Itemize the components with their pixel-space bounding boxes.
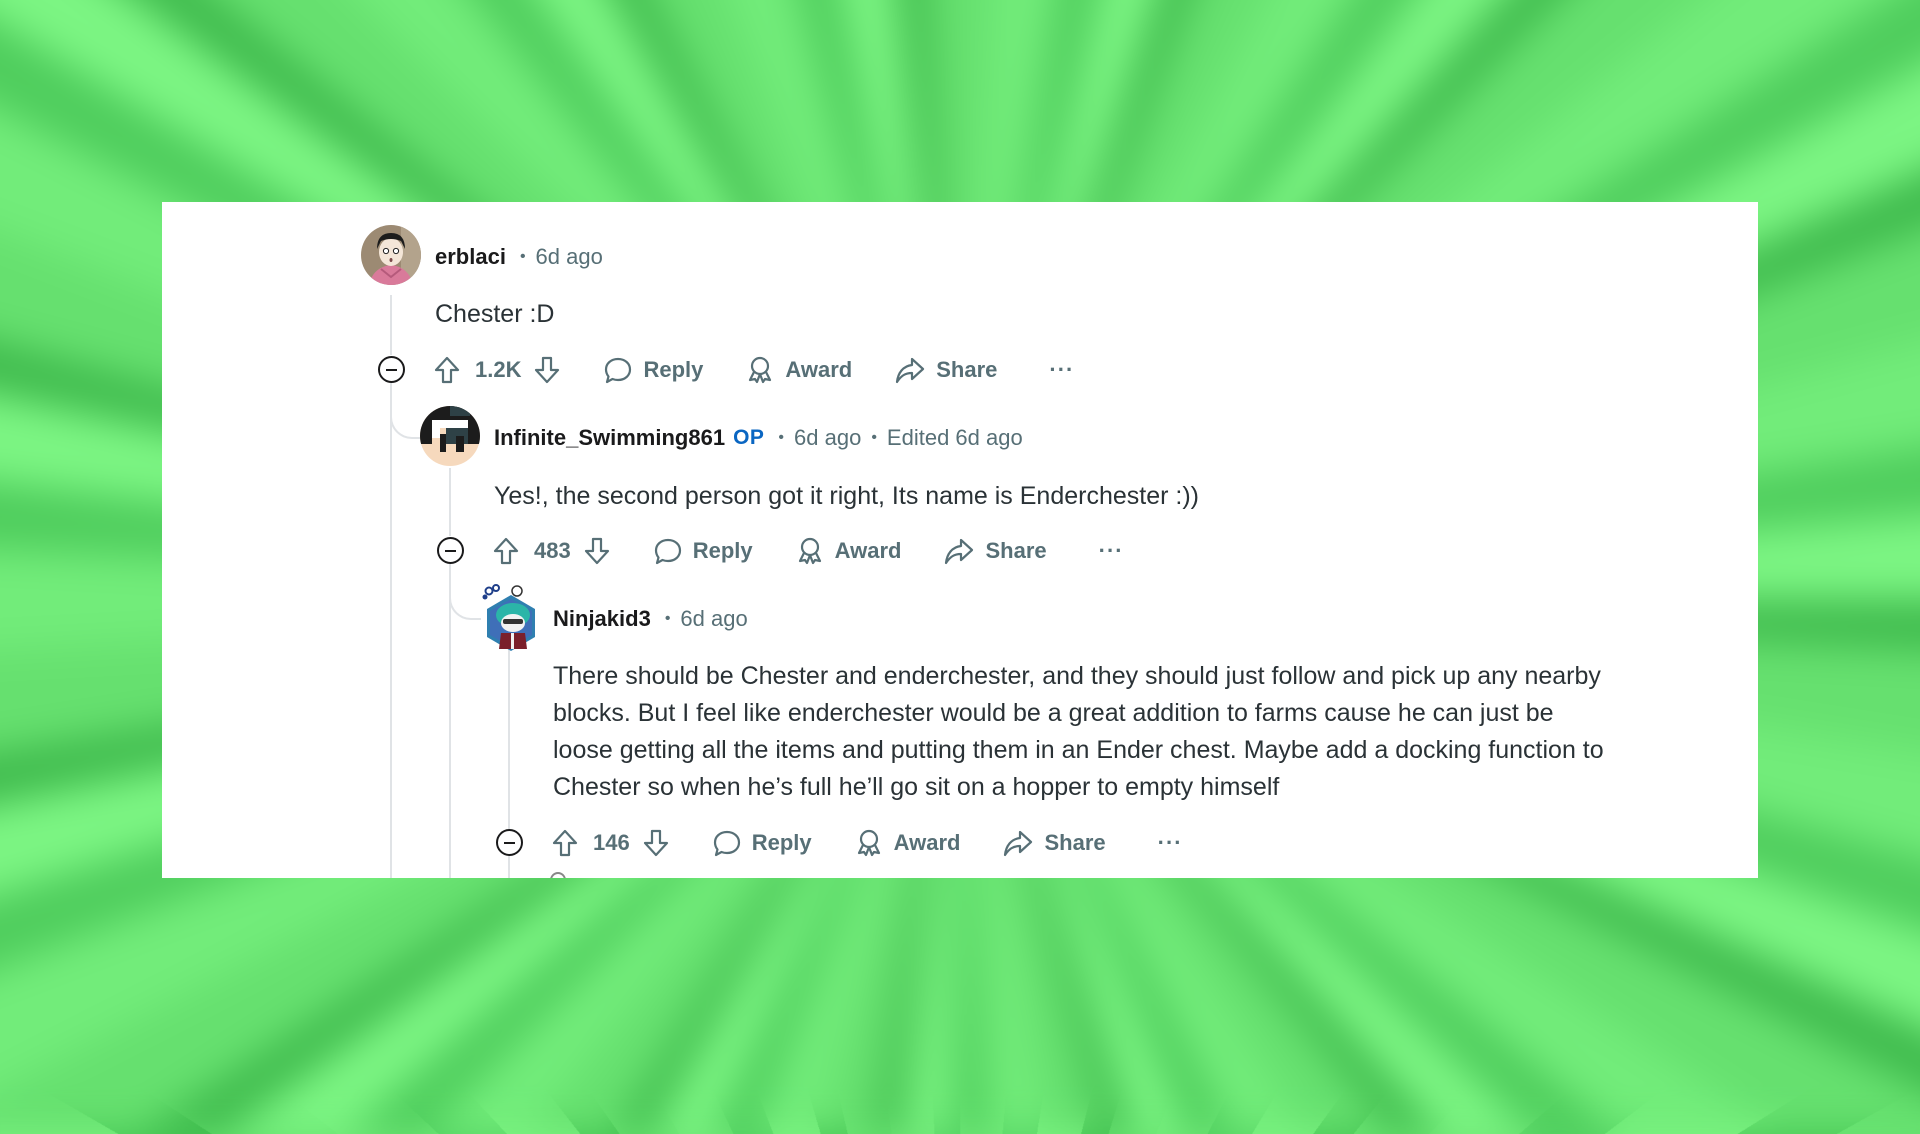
award-ribbon-icon — [798, 537, 821, 565]
timestamp[interactable]: 6d ago — [680, 606, 747, 632]
snoo-avatar-icon — [482, 584, 535, 651]
separator-dot: • — [871, 429, 877, 446]
comment-body-line: blocks. But I feel like enderchester wou… — [553, 699, 1554, 727]
speech-bubble-icon — [605, 357, 632, 384]
comment-1-body: Chester :D — [435, 296, 554, 333]
upvote-arrow-icon — [493, 537, 519, 565]
downvote-button[interactable] — [642, 828, 670, 858]
upvote-arrow-icon — [552, 829, 578, 857]
username[interactable]: Infinite_Swimming861 — [494, 425, 725, 451]
thread-branch-to-reply-2 — [449, 572, 481, 620]
vote-count: 483 — [534, 538, 571, 563]
share-arrow-icon — [945, 538, 974, 565]
comment-2-actions: 483 Reply Award Share ··· — [492, 531, 1124, 571]
separator-dot: • — [778, 429, 785, 446]
downvote-arrow-icon — [643, 829, 668, 857]
timestamp[interactable]: 6d ago — [794, 425, 861, 451]
thread-line-level-1-continued[interactable] — [390, 383, 392, 878]
share-label: Share — [1044, 830, 1106, 855]
upvote-button[interactable] — [551, 828, 579, 858]
collapse-thread-button[interactable] — [496, 829, 523, 856]
comment-3-body: There should be Chester and enderchester… — [553, 658, 1604, 806]
vote-group: 483 — [492, 536, 611, 566]
vote-group: 146 — [551, 828, 670, 858]
comment-thread-card: erblaci • 6d ago Chester :D 1.2K Reply A… — [162, 202, 1758, 878]
comment-body-line: Chester so when he’s full he’ll go sit o… — [553, 773, 1280, 801]
award-button[interactable]: Award — [745, 355, 852, 385]
thread-line-level-3[interactable] — [508, 649, 510, 829]
share-label: Share — [985, 538, 1047, 563]
more-options-button[interactable]: ··· — [1158, 830, 1183, 856]
reply-label: Reply — [692, 538, 753, 563]
award-ribbon-icon — [857, 829, 880, 857]
reply-button[interactable]: Reply — [603, 355, 703, 385]
avatar-infinite-swimming861[interactable] — [420, 406, 480, 466]
edited-timestamp: Edited 6d ago — [886, 425, 1023, 450]
comment-2-body: Yes!, the second person got it right, It… — [494, 478, 1199, 515]
award-button[interactable]: Award — [854, 828, 961, 858]
op-badge: OP — [733, 426, 765, 449]
downvote-arrow-icon — [535, 356, 560, 384]
speech-bubble-icon — [654, 538, 681, 565]
reply-label: Reply — [643, 357, 704, 382]
thread-branch-to-reply-1 — [390, 392, 422, 439]
more-options-button[interactable]: ··· — [1049, 357, 1074, 383]
downvote-arrow-icon — [584, 537, 609, 565]
comment-3-meta: Ninjakid3 • 6d ago — [553, 604, 748, 634]
comment-2-meta: Infinite_Swimming861 OP • 6d ago • Edite… — [494, 423, 1023, 453]
thread-line-level-1[interactable] — [390, 295, 392, 355]
share-arrow-icon — [1004, 830, 1033, 857]
downvote-button[interactable] — [533, 355, 561, 385]
upvote-button[interactable] — [492, 536, 520, 566]
share-button[interactable]: Share — [1002, 828, 1106, 858]
reply-button[interactable]: Reply — [712, 828, 812, 858]
downvote-button[interactable] — [583, 536, 611, 566]
award-button[interactable]: Award — [795, 536, 902, 566]
comment-1-actions: 1.2K Reply Award Share ··· — [433, 350, 1074, 390]
next-reply-avatar-edge — [550, 872, 566, 878]
thread-line-level-3-continued[interactable] — [508, 856, 510, 878]
award-label: Award — [785, 357, 853, 382]
share-button[interactable]: Share — [894, 355, 997, 385]
collapse-thread-button[interactable] — [437, 537, 464, 564]
username[interactable]: Ninjakid3 — [553, 606, 651, 632]
comment-body-line: Chester :D — [435, 300, 555, 328]
anime-boy-avatar-icon — [361, 225, 421, 285]
award-label: Award — [893, 830, 961, 855]
vote-group: 1.2K — [433, 355, 561, 385]
collapse-thread-button[interactable] — [378, 356, 405, 383]
award-ribbon-icon — [749, 356, 772, 384]
upvote-arrow-icon — [434, 356, 460, 384]
timestamp[interactable]: 6d ago — [536, 244, 603, 270]
comment-body-line: loose getting all the items and putting … — [553, 736, 1604, 764]
award-label: Award — [834, 538, 902, 563]
separator-dot: • — [664, 610, 671, 627]
comment-body-line: Yes!, the second person got it right, It… — [494, 482, 1199, 510]
share-button[interactable]: Share — [943, 536, 1047, 566]
comment-body-line: There should be Chester and enderchester… — [553, 662, 1601, 690]
comment-3-actions: 146 Reply Award Share ··· — [551, 823, 1183, 863]
thread-line-level-2-continued[interactable] — [449, 564, 451, 878]
reply-button[interactable]: Reply — [653, 536, 753, 566]
reply-label: Reply — [751, 830, 812, 855]
upvote-button[interactable] — [433, 355, 461, 385]
share-label: Share — [936, 357, 998, 382]
more-options-button[interactable]: ··· — [1099, 538, 1124, 564]
speech-bubble-icon — [713, 830, 740, 857]
share-arrow-icon — [896, 357, 925, 384]
avatar-erblaci[interactable] — [361, 225, 421, 285]
pixel-art-avatar-icon — [420, 406, 480, 466]
thread-line-level-2[interactable] — [449, 468, 451, 536]
avatar-ninjakid3[interactable] — [479, 583, 543, 651]
vote-count: 146 — [593, 830, 630, 855]
comment-1-meta: erblaci • 6d ago — [435, 242, 603, 272]
username[interactable]: erblaci — [435, 244, 506, 270]
separator-dot: • — [519, 248, 526, 265]
vote-count: 1.2K — [475, 357, 522, 382]
